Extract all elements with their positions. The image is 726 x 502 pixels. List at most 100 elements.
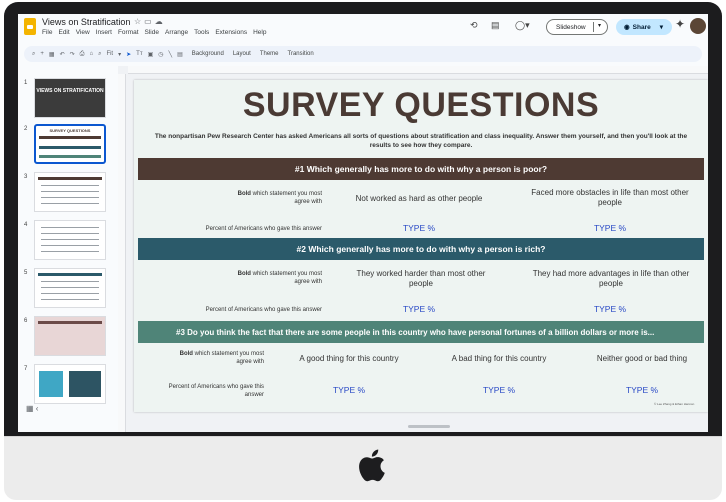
slide-thumbnail-5[interactable] xyxy=(34,268,106,308)
folder-icon[interactable]: ▭ xyxy=(144,17,155,26)
grid-view-icon[interactable]: ▦ ‹ xyxy=(26,404,38,413)
slide-thumbnail-3[interactable] xyxy=(34,172,106,212)
question-2-banner[interactable]: #2 Which generally has more to do with w… xyxy=(138,238,704,260)
slide-thumbnail-4[interactable] xyxy=(34,220,106,260)
apple-logo-icon xyxy=(359,449,385,482)
theme-button[interactable]: Theme xyxy=(260,51,279,57)
question-3-banner[interactable]: #3 Do you think the fact that there are … xyxy=(138,321,704,343)
search-icon[interactable]: ⌕ xyxy=(32,51,35,58)
shape-icon[interactable]: ◷ xyxy=(158,51,163,58)
meet-icon[interactable]: ◯▾ xyxy=(515,20,530,31)
thumbnail-line xyxy=(41,203,99,204)
cloud-icon[interactable]: ☁ xyxy=(155,17,166,26)
chevron-down-icon[interactable]: ▾ xyxy=(598,22,601,29)
gemini-icon[interactable]: ✦ xyxy=(675,17,685,31)
q1-answer-2[interactable]: Faced more obstacles in life than most o… xyxy=(520,188,700,208)
q3-percent-3[interactable]: TYPE % xyxy=(607,385,677,395)
slide-number: 4 xyxy=(24,222,28,228)
title-icons: ☆▭☁ xyxy=(134,17,166,26)
q1-percent-1[interactable]: TYPE % xyxy=(384,223,454,233)
thumbnail-line xyxy=(41,191,99,192)
q1-percent-2[interactable]: TYPE % xyxy=(575,223,645,233)
thumbnail-line xyxy=(41,185,99,186)
percent-label: Percent of Americans who gave this answe… xyxy=(205,307,322,313)
paint-format-icon[interactable]: ⌂ xyxy=(89,51,93,57)
q3-answer-3[interactable]: Neither good or bad thing xyxy=(580,354,704,364)
bold-word: Bold xyxy=(237,191,251,197)
q2-percent-1[interactable]: TYPE % xyxy=(384,304,454,314)
q2-answer-1[interactable]: They worked harder than most other peopl… xyxy=(350,269,492,289)
thumbnail-title: SURVEY QUESTIONS xyxy=(49,128,91,133)
menu-view[interactable]: View xyxy=(76,29,90,36)
text-box-icon[interactable]: Tт xyxy=(136,51,142,57)
thumbnail-line xyxy=(41,287,99,288)
vertical-ruler[interactable] xyxy=(118,74,126,432)
slide-number: 2 xyxy=(24,126,28,132)
chevron-down-icon[interactable]: ▾ xyxy=(660,23,663,31)
thumbnail-line xyxy=(41,293,99,294)
menu-format[interactable]: Format xyxy=(118,29,139,36)
horizontal-ruler[interactable] xyxy=(128,66,708,74)
history-icon[interactable]: ⟲ xyxy=(470,20,478,31)
document-title[interactable]: Views on Stratification xyxy=(42,17,130,27)
slide-number: 6 xyxy=(24,318,28,324)
q1-answer-1[interactable]: Not worked as hard as other people xyxy=(334,194,504,204)
globe-icon: ◉ xyxy=(624,24,630,31)
menu-insert[interactable]: Insert xyxy=(96,29,112,36)
avatar[interactable] xyxy=(690,18,706,34)
chevron-down-icon[interactable]: ▾ xyxy=(118,51,121,58)
q2-percent-2[interactable]: TYPE % xyxy=(575,304,645,314)
undo-icon[interactable]: ↶ xyxy=(60,51,65,58)
q3-percent-2[interactable]: TYPE % xyxy=(464,385,534,395)
slideshow-button[interactable]: Slideshow ▾ xyxy=(546,19,608,35)
thumbnail-line xyxy=(41,251,99,252)
share-button[interactable]: ◉ Share ▾ xyxy=(616,19,672,35)
thumbnail-bar xyxy=(38,321,102,324)
bold-word: Bold xyxy=(237,271,251,277)
menu-file[interactable]: File xyxy=(42,29,52,36)
slide-thumbnail-1[interactable]: VIEWS ON STRATIFICATION xyxy=(34,78,106,118)
menu-edit[interactable]: Edit xyxy=(58,29,69,36)
question-1-banner[interactable]: #1 Which generally has more to do with w… xyxy=(138,158,704,180)
zoom-select[interactable]: Fit xyxy=(106,51,113,57)
add-icon[interactable]: + xyxy=(40,51,44,57)
layout-icon[interactable]: ▦ xyxy=(49,51,55,58)
thumbnail-line xyxy=(41,245,99,246)
menu-slide[interactable]: Slide xyxy=(145,29,159,36)
comment-add-icon[interactable]: ▤ xyxy=(177,51,183,58)
select-cursor-icon[interactable]: ➤ xyxy=(126,51,131,58)
image-icon[interactable]: ▣ xyxy=(148,51,154,58)
thumbnail-line xyxy=(41,227,99,228)
q3-answer-1[interactable]: A good thing for this country xyxy=(284,354,414,364)
transition-button[interactable]: Transition xyxy=(288,51,314,57)
redo-icon[interactable]: ↷ xyxy=(70,51,75,58)
slide-number: 3 xyxy=(24,174,28,180)
slide-intro[interactable]: The nonpartisan Pew Research Center has … xyxy=(152,132,690,150)
menu-tools[interactable]: Tools xyxy=(194,29,209,36)
thumbnail-bar xyxy=(39,136,101,139)
star-icon[interactable]: ☆ xyxy=(134,17,144,26)
background-button[interactable]: Background xyxy=(192,51,224,57)
slide-thumbnail-6[interactable] xyxy=(34,316,106,356)
layout-button[interactable]: Layout xyxy=(233,51,251,57)
menu-arrange[interactable]: Arrange xyxy=(165,29,188,36)
q3-answer-2[interactable]: A bad thing for this country xyxy=(434,354,564,364)
screen: Views on Stratification ☆▭☁ File Edit Vi… xyxy=(18,14,708,432)
thumbnail-line xyxy=(41,281,99,282)
slide[interactable]: SURVEY QUESTIONS The nonpartisan Pew Res… xyxy=(134,80,708,412)
thumbnail-line xyxy=(41,233,99,234)
horizontal-scrollbar[interactable] xyxy=(408,425,450,428)
print-icon[interactable]: ⎙ xyxy=(80,51,85,58)
slide-number: 1 xyxy=(24,80,28,86)
slide-thumbnail-7[interactable] xyxy=(34,364,106,404)
menu-extensions[interactable]: Extensions xyxy=(215,29,247,36)
slide-title[interactable]: SURVEY QUESTIONS xyxy=(134,86,708,125)
menu-help[interactable]: Help xyxy=(253,29,266,36)
comments-icon[interactable]: ▤ xyxy=(491,20,500,31)
line-icon[interactable]: ╲ xyxy=(169,51,173,58)
slide-thumbnail-2[interactable]: SURVEY QUESTIONS xyxy=(34,124,106,164)
slides-logo-icon[interactable] xyxy=(24,18,36,35)
q3-percent-1[interactable]: TYPE % xyxy=(314,385,384,395)
q2-answer-2[interactable]: They had more advantages in life than ot… xyxy=(526,269,696,289)
zoom-icon[interactable]: ⌕ xyxy=(98,51,101,58)
